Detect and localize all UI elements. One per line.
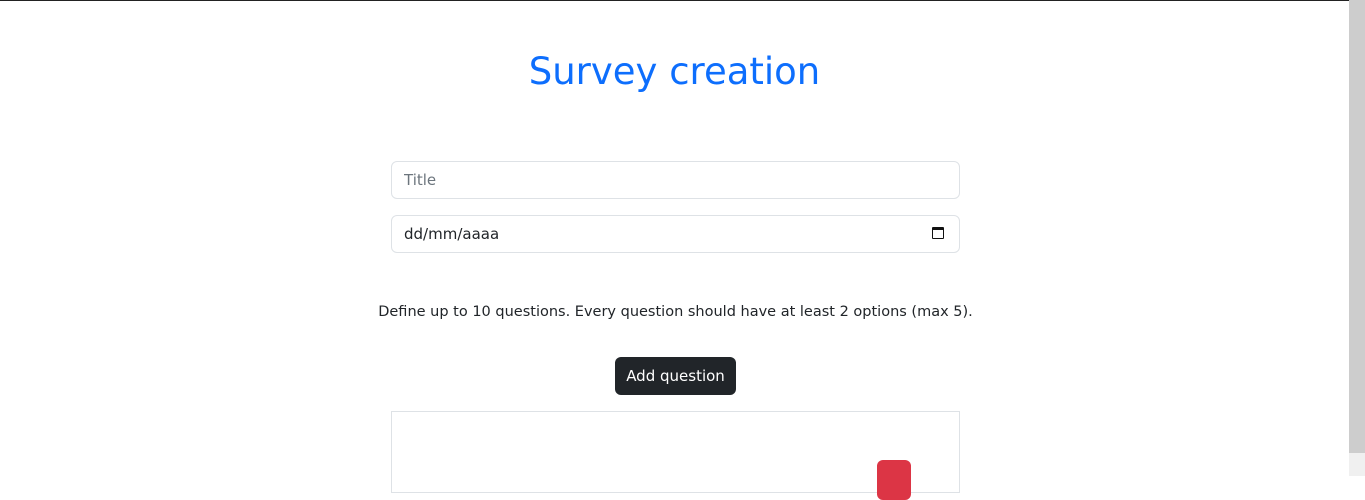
questions-info-text: Define up to 10 questions. Every questio… [378,304,973,320]
scrollbar[interactable] [1349,0,1365,476]
question-card [391,411,960,500]
window-top-border [0,0,1365,1]
title-input[interactable] [392,162,916,198]
scrollbar-thumb[interactable] [1349,0,1365,453]
delete-question-button[interactable] [877,460,911,500]
title-field[interactable] [391,161,960,199]
date-field[interactable]: dd/mm/aaaa [391,215,960,253]
page-title: Survey creation [528,50,821,93]
add-question-button[interactable]: Add question [615,357,736,395]
date-input[interactable]: dd/mm/aaaa [404,225,499,243]
calendar-icon[interactable] [932,227,944,239]
